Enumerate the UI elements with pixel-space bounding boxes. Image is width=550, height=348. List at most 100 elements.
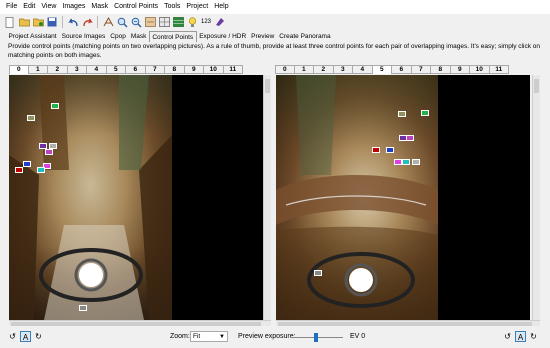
- menu-file[interactable]: File: [3, 0, 20, 14]
- save-icon[interactable]: [46, 16, 58, 28]
- new-icon[interactable]: [4, 16, 16, 28]
- left-image-tab-6[interactable]: 6: [126, 65, 146, 74]
- right-vertical-scrollbar[interactable]: [532, 75, 540, 320]
- control-point-marker[interactable]: [398, 111, 406, 117]
- undo-icon[interactable]: [67, 16, 79, 28]
- right-image-tab-8[interactable]: 8: [431, 65, 451, 74]
- scroll-thumb[interactable]: [278, 322, 532, 326]
- control-point-marker[interactable]: [421, 110, 429, 116]
- control-point-marker[interactable]: [79, 305, 87, 311]
- left-rotate-ccw-icon[interactable]: ↺: [7, 331, 18, 342]
- control-point-marker[interactable]: [15, 167, 23, 173]
- right-image-tab-1[interactable]: 1: [294, 65, 314, 74]
- control-point-marker[interactable]: [51, 103, 59, 109]
- control-point-marker[interactable]: [45, 149, 53, 155]
- left-horizontal-scrollbar[interactable]: [9, 320, 271, 326]
- left-image-tab-8[interactable]: 8: [165, 65, 185, 74]
- right-image-tab-10[interactable]: 10: [470, 65, 490, 74]
- tab-exposure-hdr[interactable]: Exposure / HDR: [197, 31, 249, 42]
- open-recent-icon[interactable]: [32, 16, 44, 28]
- left-image-tab-5[interactable]: 5: [106, 65, 126, 74]
- right-rotate-ccw-icon[interactable]: ↺: [502, 331, 513, 342]
- control-point-marker[interactable]: [372, 147, 380, 153]
- right-horizontal-scrollbar[interactable]: [276, 320, 540, 326]
- preview-exposure-slider[interactable]: [291, 333, 343, 342]
- menu-view[interactable]: View: [38, 0, 59, 14]
- fov-icon[interactable]: [102, 16, 114, 28]
- right-image-tab-11[interactable]: 11: [489, 65, 509, 74]
- zoom-in-icon[interactable]: [116, 16, 128, 28]
- preview-icon[interactable]: [172, 16, 184, 28]
- slider-knob[interactable]: [314, 333, 318, 342]
- open-icon[interactable]: [18, 16, 30, 28]
- tab-project-assistant[interactable]: Project Assistant: [6, 31, 59, 42]
- right-image-tab-3[interactable]: 3: [333, 65, 353, 74]
- tab-preview[interactable]: Preview: [249, 31, 277, 42]
- left-vertical-scrollbar[interactable]: [263, 75, 271, 320]
- right-photo[interactable]: [276, 75, 438, 320]
- menu-help[interactable]: Help: [211, 0, 231, 14]
- scroll-thumb[interactable]: [11, 322, 261, 326]
- grid-icon[interactable]: [214, 16, 226, 28]
- right-image-pane[interactable]: [276, 75, 530, 320]
- control-point-marker[interactable]: [394, 159, 402, 165]
- right-image-tab-2[interactable]: 2: [314, 65, 334, 74]
- control-point-marker[interactable]: [37, 167, 45, 173]
- redo-icon[interactable]: [81, 16, 93, 28]
- left-image-tab-10[interactable]: 10: [204, 65, 224, 74]
- right-image-tab-5[interactable]: 5: [372, 65, 392, 74]
- left-photo[interactable]: [9, 75, 172, 320]
- hint-icon[interactable]: [186, 16, 198, 28]
- right-image-tab-9[interactable]: 9: [450, 65, 470, 74]
- control-point-marker[interactable]: [49, 143, 57, 149]
- control-point-marker[interactable]: [314, 270, 322, 276]
- left-image-tab-2[interactable]: 2: [48, 65, 68, 74]
- tab-control-points[interactable]: Control Points: [148, 31, 197, 42]
- right-rotate-cw-icon[interactable]: ↻: [528, 331, 539, 342]
- menu-tools[interactable]: Tools: [161, 0, 183, 14]
- scroll-thumb[interactable]: [265, 79, 270, 93]
- control-point-marker[interactable]: [23, 161, 31, 167]
- right-auto-button[interactable]: A: [515, 331, 526, 342]
- left-image-tab-1[interactable]: 1: [28, 65, 48, 74]
- tab-source-images[interactable]: Source Images: [59, 31, 108, 42]
- preview-exposure-label: Preview exposure:: [238, 333, 296, 340]
- control-point-marker[interactable]: [406, 135, 414, 141]
- bottom-bar: ↺ A ↻ Zoom: Fit ▼ Preview exposure: EV 0…: [0, 327, 550, 348]
- zoom-select[interactable]: Fit ▼: [190, 331, 228, 342]
- control-point-marker[interactable]: [402, 159, 410, 165]
- left-image-tab-7[interactable]: 7: [145, 65, 165, 74]
- right-image-tab-6[interactable]: 6: [392, 65, 412, 74]
- left-rotate-cw-icon[interactable]: ↻: [33, 331, 44, 342]
- control-point-marker[interactable]: [386, 147, 394, 153]
- menu-project[interactable]: Project: [183, 0, 211, 14]
- left-image-tab-3[interactable]: 3: [67, 65, 87, 74]
- menu-mask[interactable]: Mask: [88, 0, 111, 14]
- left-image-pane[interactable]: [9, 75, 263, 320]
- left-image-tab-9[interactable]: 9: [184, 65, 204, 74]
- zoom-out-icon[interactable]: [130, 16, 142, 28]
- counter-label[interactable]: 123: [200, 16, 212, 28]
- menu-images[interactable]: Images: [59, 0, 88, 14]
- left-image-tab-0[interactable]: 0: [9, 65, 29, 74]
- menu-edit[interactable]: Edit: [20, 0, 38, 14]
- control-point-marker[interactable]: [27, 115, 35, 121]
- fit-icon[interactable]: [144, 16, 156, 28]
- left-auto-button[interactable]: A: [20, 331, 31, 342]
- tab-create-panorama[interactable]: Create Panorama: [277, 31, 333, 42]
- menu-control-points[interactable]: Control Points: [111, 0, 161, 14]
- ev-value: EV 0: [350, 333, 366, 340]
- left-image-tab-11[interactable]: 11: [223, 65, 243, 74]
- tab-mask[interactable]: Mask: [128, 31, 149, 42]
- zoom-label: Zoom:: [170, 333, 190, 340]
- optimize-icon[interactable]: [158, 16, 170, 28]
- scroll-thumb[interactable]: [534, 79, 539, 93]
- toolbar: 123: [0, 14, 550, 30]
- right-image-tab-4[interactable]: 4: [353, 65, 373, 74]
- right-image-tab-7[interactable]: 7: [411, 65, 431, 74]
- right-image-tabs: 0 1 2 3 4 5 6 7 8 9 10 11: [275, 65, 509, 74]
- left-image-tab-4[interactable]: 4: [87, 65, 107, 74]
- right-image-tab-0[interactable]: 0: [275, 65, 295, 74]
- tab-cpop[interactable]: Cpop: [108, 31, 129, 42]
- control-point-marker[interactable]: [412, 159, 420, 165]
